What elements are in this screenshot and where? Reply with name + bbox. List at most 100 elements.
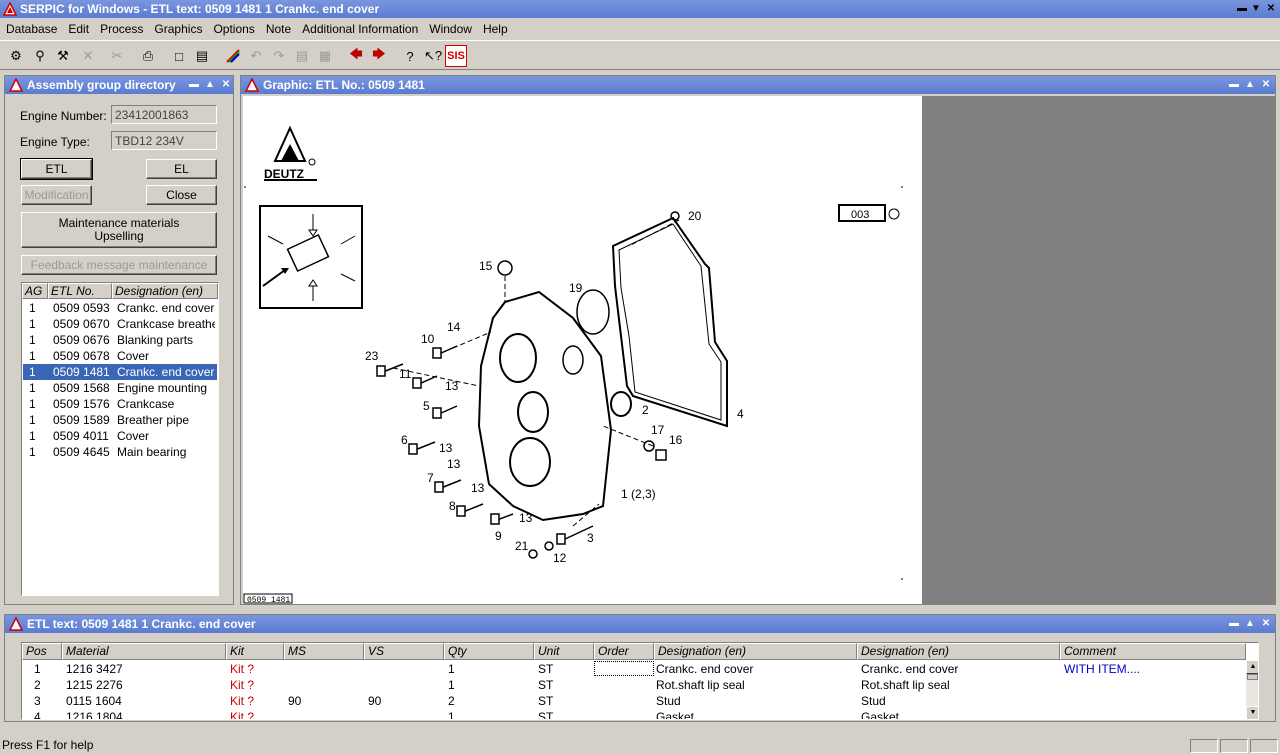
table-cell-des2: Crankc. end cover xyxy=(861,662,959,676)
restore-icon[interactable]: ▼ xyxy=(1249,2,1263,15)
undo-icon[interactable]: ↶ xyxy=(245,45,267,67)
close-icon[interactable]: ✕ xyxy=(1259,76,1273,94)
close-icon[interactable]: ✕ xyxy=(1259,615,1273,633)
column-header-ms[interactable]: MS xyxy=(284,643,364,660)
list-cell-ag: 1 xyxy=(29,397,36,411)
delete-icon[interactable]: ✕ xyxy=(77,45,99,67)
table-cell-order[interactable] xyxy=(594,661,654,676)
color-pen-icon[interactable] xyxy=(222,45,244,67)
context-help-icon[interactable]: ↖? xyxy=(422,45,444,67)
column-header-kit[interactable]: Kit xyxy=(226,643,284,660)
key-icon[interactable]: ⚲ xyxy=(29,45,51,67)
table-row[interactable]: 2 1215 2276 Kit ? 1 ST Rot.shaft lip seal Rot.… xyxy=(22,677,1246,693)
menu-note[interactable]: Note xyxy=(262,22,295,36)
list-item[interactable]: 1 0509 0593 Crankc. end cover xyxy=(23,300,217,316)
table-cell-material: 1216 3427 xyxy=(66,662,123,676)
column-header-vs[interactable]: VS xyxy=(364,643,444,660)
list-item[interactable]: 1 0509 1589 Breather pipe xyxy=(23,412,217,428)
modification-button[interactable]: Modification xyxy=(21,185,92,205)
list-cell-ag: 1 xyxy=(29,301,36,315)
menu-graphics[interactable]: Graphics xyxy=(150,22,206,36)
cover-body xyxy=(477,290,613,522)
list-item[interactable]: 1 0509 0670 Crankcase breather xyxy=(23,316,217,332)
menu-edit[interactable]: Edit xyxy=(64,22,93,36)
exploded-view-svg: DEUTZ 003 0509 1481 20 15 19 14 10 23 11… xyxy=(243,125,903,604)
etl-button[interactable]: ETL xyxy=(20,158,93,180)
table-cell-kit: Kit ? xyxy=(230,678,255,692)
column-header-designation-1[interactable]: Designation (en) xyxy=(654,643,857,660)
list-cell-ag: 1 xyxy=(29,317,36,331)
maximize-icon[interactable]: ▲ xyxy=(203,76,217,94)
status-bar: Press F1 for help xyxy=(0,737,1280,754)
open-folder-icon[interactable]: ▤ xyxy=(191,45,213,67)
minimize-icon[interactable]: ▬ xyxy=(1227,615,1241,633)
engine-type-field: TBD12 234V xyxy=(111,131,217,150)
column-header-unit[interactable]: Unit xyxy=(534,643,594,660)
list-header-designation[interactable]: Designation (en) xyxy=(112,283,218,299)
column-header-order[interactable]: Order xyxy=(594,643,654,660)
maximize-icon[interactable]: ▲ xyxy=(1243,76,1257,94)
scroll-up-icon[interactable]: ▲ xyxy=(1246,660,1258,674)
list-cell-des: Cover xyxy=(117,429,150,443)
maintenance-materials-button[interactable]: Maintenance materials Upselling xyxy=(21,212,217,248)
column-header-designation-2[interactable]: Designation (en) xyxy=(857,643,1060,660)
menu-options[interactable]: Options xyxy=(209,22,258,36)
engine-icon[interactable]: ⚙ xyxy=(5,45,27,67)
el-button[interactable]: EL xyxy=(146,159,217,179)
redo-icon[interactable]: ↷ xyxy=(268,45,290,67)
list-header-etl[interactable]: ETL No. xyxy=(48,283,112,299)
close-icon[interactable]: ✕ xyxy=(219,76,233,94)
help-icon[interactable]: ? xyxy=(399,45,421,67)
table-row[interactable]: 1 1216 3427 Kit ? 1 ST Crankc. end cover Crank… xyxy=(22,661,1246,677)
etl-scrollbar[interactable]: ▲ ▼ xyxy=(1246,660,1258,719)
list-item[interactable]: 1 0509 4645 Main bearing xyxy=(23,444,217,460)
scroll-thumb[interactable] xyxy=(1247,674,1258,680)
list-header-ag[interactable]: AG xyxy=(22,283,48,299)
list-item[interactable]: 1 0509 1576 Crankcase xyxy=(23,396,217,412)
list-item[interactable]: 1 0509 0676 Blanking parts xyxy=(23,332,217,348)
callout-label: 19 xyxy=(569,281,583,295)
feedback-message-button[interactable]: Feedback message maintenance xyxy=(21,255,217,275)
menu-database[interactable]: Database xyxy=(2,22,61,36)
maximize-icon[interactable]: ▲ xyxy=(1243,615,1257,633)
assembly-group-panel: Assembly group directory ▬ ▲ ✕ Engine Nu… xyxy=(4,75,234,605)
column-header-material[interactable]: Material xyxy=(62,643,226,660)
list-item[interactable]: 1 0509 1481 Crankc. end cover xyxy=(23,364,217,380)
sis-icon[interactable]: SIS xyxy=(445,45,467,67)
table-row[interactable]: 4 1216 1804 Kit ? 1 ST Gasket Gasket xyxy=(22,709,1246,719)
column-header-pos[interactable]: Pos xyxy=(22,643,62,660)
engine-number-field: 23412001863 xyxy=(111,105,217,124)
minimize-icon[interactable]: ▬ xyxy=(1227,76,1241,94)
menu-additional-information[interactable]: Additional Information xyxy=(298,22,422,36)
column-header-comment[interactable]: Comment xyxy=(1060,643,1246,660)
graphic-panel: Graphic: ETL No.: 0509 1481 ▬ ▲ ✕ DEUTZ xyxy=(240,75,1276,605)
table-cell-kit: Kit ? xyxy=(230,662,255,676)
list-cell-etl: 0509 0670 xyxy=(53,317,110,331)
back-arrow-icon[interactable]: 🡄 xyxy=(345,45,367,67)
list-icon[interactable]: ▦ xyxy=(314,45,336,67)
close-button[interactable]: Close xyxy=(146,185,217,205)
table-row[interactable]: 3 0115 1604 Kit ? 90 90 2 ST Stud Stud xyxy=(22,693,1246,709)
wrench-icon[interactable]: ⚒ xyxy=(52,45,74,67)
list-item[interactable]: 1 0509 4011 Cover xyxy=(23,428,217,444)
menu-help[interactable]: Help xyxy=(479,22,512,36)
list-item[interactable]: 1 0509 1568 Engine mounting xyxy=(23,380,217,396)
exploded-view-drawing[interactable]: DEUTZ 003 0509 1481 20 15 19 14 10 23 11… xyxy=(243,96,922,604)
list-cell-ag: 1 xyxy=(29,365,36,379)
scroll-down-icon[interactable]: ▼ xyxy=(1246,706,1258,719)
callout-label: 20 xyxy=(688,209,702,223)
minimize-icon[interactable]: ▬ xyxy=(1235,2,1249,15)
column-header-qty[interactable]: Qty xyxy=(444,643,534,660)
form-icon[interactable]: ▤ xyxy=(291,45,313,67)
print-icon[interactable]: ⎙ xyxy=(137,45,159,67)
menu-window[interactable]: Window xyxy=(425,22,476,36)
list-item[interactable]: 1 0509 0678 Cover xyxy=(23,348,217,364)
callout-label: 21 xyxy=(515,539,529,553)
deutz-panel-icon xyxy=(9,78,23,92)
close-icon[interactable]: ✕ xyxy=(1264,2,1278,15)
forward-arrow-icon[interactable]: 🡆 xyxy=(368,45,390,67)
cut-icon[interactable]: ✂ xyxy=(106,45,128,67)
new-document-icon[interactable]: □ xyxy=(168,45,190,67)
menu-process[interactable]: Process xyxy=(96,22,147,36)
minimize-icon[interactable]: ▬ xyxy=(187,76,201,94)
